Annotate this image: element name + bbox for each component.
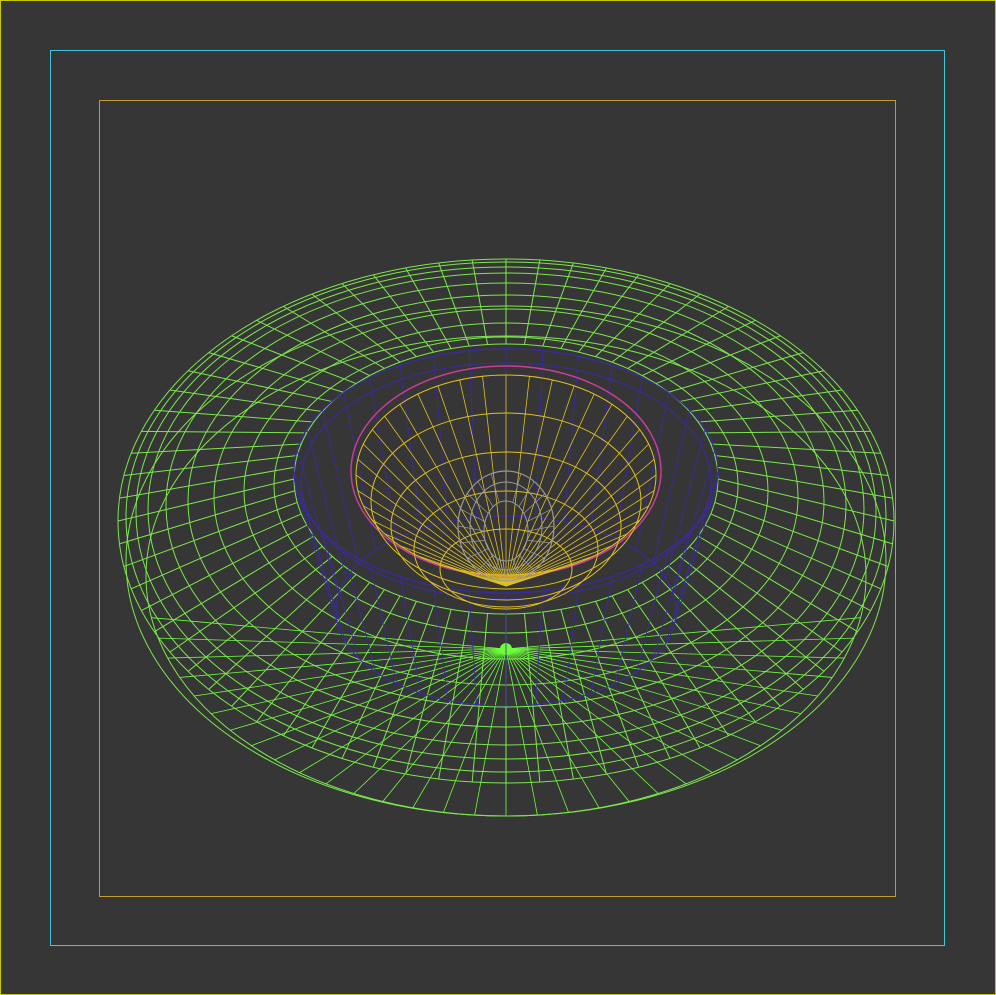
mesh-edge bbox=[477, 481, 494, 507]
mesh-edge bbox=[717, 478, 895, 522]
mesh-edge bbox=[460, 508, 486, 523]
mesh-edge bbox=[526, 508, 552, 523]
mesh-edge bbox=[518, 481, 535, 507]
mesh-edge bbox=[590, 576, 613, 694]
mesh-edge bbox=[482, 376, 507, 587]
mesh-edge bbox=[343, 392, 377, 551]
mesh-edge bbox=[466, 493, 489, 514]
mesh-edge bbox=[627, 305, 729, 369]
mesh-edge bbox=[231, 574, 357, 707]
mesh-edge bbox=[471, 259, 489, 345]
mesh-edge bbox=[399, 404, 507, 587]
mesh-edge bbox=[433, 356, 449, 522]
mesh-edge bbox=[710, 443, 881, 454]
mesh-edge bbox=[399, 576, 422, 694]
mesh-edge bbox=[169, 389, 323, 412]
mesh-edge bbox=[505, 648, 687, 785]
mesh-edge bbox=[468, 350, 477, 518]
mesh-edge bbox=[505, 637, 854, 650]
mesh-edge bbox=[705, 430, 871, 434]
mesh-edge bbox=[668, 565, 804, 690]
mesh-edge bbox=[283, 305, 385, 369]
mesh-edge bbox=[563, 356, 579, 522]
mesh-edge bbox=[704, 524, 871, 612]
mesh-edge bbox=[512, 473, 522, 503]
mesh-edge bbox=[697, 535, 858, 633]
mesh-edge bbox=[372, 274, 434, 353]
mesh-edge bbox=[141, 524, 308, 612]
mesh-edge bbox=[505, 376, 530, 587]
mesh-edge bbox=[490, 473, 500, 503]
mesh-edge bbox=[357, 459, 507, 587]
mesh-edge bbox=[131, 513, 302, 590]
mesh-edge bbox=[325, 648, 507, 785]
mesh-edge bbox=[560, 267, 607, 349]
mesh-edge bbox=[655, 574, 781, 707]
mesh-edge bbox=[412, 648, 507, 809]
mesh-edge bbox=[505, 505, 649, 587]
mesh-edge bbox=[665, 512, 706, 644]
mesh-edge bbox=[117, 478, 295, 522]
mesh-edge bbox=[535, 350, 544, 518]
mesh-edge bbox=[505, 459, 655, 587]
mesh-edge bbox=[523, 613, 541, 783]
mesh-edge bbox=[635, 549, 669, 673]
mesh-edge bbox=[131, 443, 302, 454]
mesh-edge bbox=[188, 370, 333, 403]
mesh-edge bbox=[710, 513, 881, 590]
viewport[interactable] bbox=[0, 0, 996, 995]
mesh-edge bbox=[341, 601, 417, 759]
mesh-edge bbox=[717, 466, 893, 499]
mesh-edge bbox=[363, 505, 507, 587]
mesh-edge bbox=[405, 267, 452, 349]
mesh-edge bbox=[154, 409, 314, 423]
mesh-edge bbox=[123, 455, 298, 477]
mesh-edge bbox=[154, 535, 315, 633]
mesh-edge bbox=[523, 259, 541, 345]
mesh-edge bbox=[343, 549, 377, 673]
mesh-edge bbox=[523, 493, 546, 514]
mesh-edge bbox=[689, 389, 843, 412]
mesh-edge bbox=[505, 404, 613, 587]
mesh-edge bbox=[578, 274, 640, 353]
mesh-edge bbox=[635, 392, 669, 551]
mesh-edge bbox=[595, 601, 671, 759]
mesh-edge bbox=[119, 466, 295, 499]
mesh-edge bbox=[698, 409, 858, 423]
mesh-edge bbox=[679, 370, 824, 403]
mesh-edge bbox=[714, 455, 889, 477]
mesh-edge bbox=[151, 617, 507, 650]
mesh-edge bbox=[505, 648, 600, 809]
mesh-edge bbox=[141, 430, 307, 434]
mesh-edge bbox=[208, 565, 344, 690]
mesh-edge bbox=[169, 546, 323, 653]
mesh-edge bbox=[158, 637, 507, 650]
wireframe-object[interactable] bbox=[1, 1, 995, 994]
mesh-edge bbox=[611, 595, 701, 749]
mesh-edge bbox=[689, 546, 843, 653]
mesh-edge bbox=[471, 613, 489, 783]
